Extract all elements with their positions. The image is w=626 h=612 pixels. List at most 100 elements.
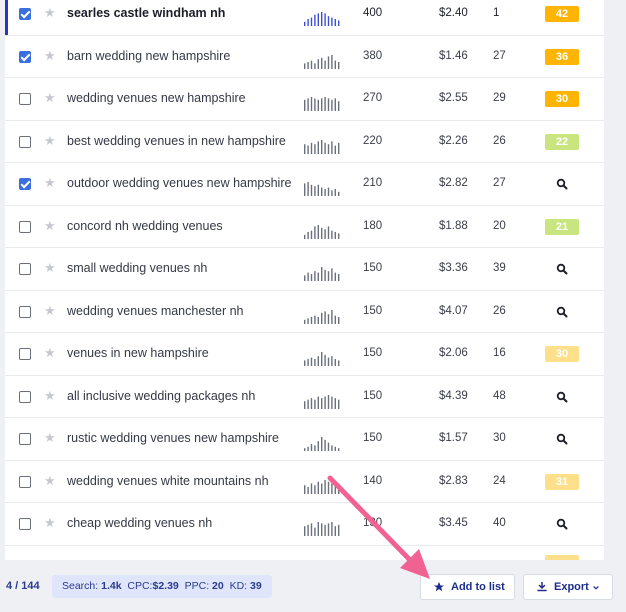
search-icon[interactable] <box>556 263 568 275</box>
table-row[interactable]: ★ wedding venues new hampshire 270 $2.55 29 3… <box>5 78 604 121</box>
star-icon[interactable]: ★ <box>44 516 56 529</box>
search-icon[interactable] <box>556 518 568 530</box>
keyword-text[interactable]: best wedding venues in new hampshire <box>67 134 286 148</box>
row-checkbox[interactable] <box>19 93 31 106</box>
spark-bar <box>321 437 323 452</box>
chevron-down-icon <box>593 585 599 590</box>
table-row[interactable]: ★ best wedding venues in new hampshire 220… <box>5 121 604 163</box>
star-icon[interactable]: ★ <box>44 474 56 487</box>
star-icon[interactable]: ★ <box>44 91 56 104</box>
row-checkbox[interactable] <box>19 348 31 361</box>
keyword-text[interactable]: small wedding venues nh <box>67 261 207 275</box>
star-icon[interactable]: ★ <box>44 176 56 189</box>
spark-bar <box>334 526 336 537</box>
spark-bar <box>331 396 333 409</box>
spark-bar <box>338 142 340 154</box>
table-row[interactable]: ★ wedding venues manchester nh 150 $4.07 26 <box>5 291 604 333</box>
search-volume: 150 <box>363 347 383 360</box>
spark-bar <box>334 231 336 239</box>
row-checkbox[interactable] <box>19 220 31 233</box>
export-button[interactable]: Export <box>523 574 613 600</box>
table-row[interactable]: ★ cheap wedding venues nh 130 $3.45 40 <box>5 503 604 546</box>
spark-bar <box>310 483 313 494</box>
keyword-text[interactable]: barn wedding new hampshire <box>67 49 230 63</box>
search-volume: 130 <box>363 517 383 530</box>
keyword-text[interactable]: venues in new hampshire <box>67 346 209 360</box>
spark-bar <box>327 523 330 537</box>
row-checkbox[interactable] <box>19 8 31 21</box>
add-to-list-button[interactable]: Add to list <box>420 574 515 600</box>
spark-bar <box>331 100 333 112</box>
spark-bar <box>307 145 309 154</box>
keyword-text[interactable]: searles castle windham nh <box>67 6 225 20</box>
table-row[interactable]: ★ all inclusive wedding packages nh 150 $4.… <box>5 376 604 418</box>
star-icon[interactable]: ★ <box>44 134 56 147</box>
star-icon[interactable]: ★ <box>44 431 56 444</box>
table-row[interactable]: ★ concord nh wedding venues 180 $1.88 20 21 <box>5 206 604 248</box>
row-checkbox[interactable] <box>19 178 31 191</box>
search-icon[interactable] <box>556 306 568 318</box>
table-row[interactable]: ★ wedding venues white mountains nh 140 $2.… <box>5 461 604 503</box>
search-icon[interactable] <box>556 433 568 445</box>
spark-bar <box>327 226 330 239</box>
star-icon[interactable]: ★ <box>44 6 56 19</box>
spark-bar <box>310 523 313 537</box>
spark-bar <box>310 60 313 69</box>
spark-bar <box>338 61 340 69</box>
row-checkbox[interactable] <box>19 305 31 318</box>
kd-badge: 30 <box>545 346 579 363</box>
spark-bar <box>310 230 313 239</box>
spark-bar <box>307 19 309 27</box>
search-icon[interactable] <box>556 391 568 403</box>
spark-bar <box>307 486 309 494</box>
spark-bar <box>317 185 319 197</box>
cpc-value: $1.57 <box>439 432 468 445</box>
star-icon[interactable]: ★ <box>44 346 56 359</box>
row-checkbox[interactable] <box>19 433 31 446</box>
keyword-text[interactable]: wedding venues new hampshire <box>67 91 246 105</box>
keyword-text[interactable]: wedding venues manchester nh <box>67 304 244 318</box>
spark-bar <box>317 224 319 239</box>
table-row[interactable]: ★ rustic wedding venues new hampshire 150 $… <box>5 418 604 461</box>
trend-sparkline <box>304 182 340 197</box>
ppc-value: 16 <box>493 347 506 360</box>
kd-badge-partial <box>545 555 579 560</box>
keyword-text[interactable]: concord nh wedding venues <box>67 219 223 233</box>
search-icon[interactable] <box>556 178 568 190</box>
star-icon[interactable]: ★ <box>44 261 56 274</box>
keyword-text[interactable]: outdoor wedding venues new hampshire <box>67 176 291 190</box>
row-checkbox[interactable] <box>19 390 31 403</box>
row-checkbox[interactable] <box>19 518 31 531</box>
table-row[interactable]: ★ barn wedding new hampshire 380 $1.46 27 36 <box>5 36 604 78</box>
table-row[interactable]: ★ venues in new hampshire 150 $2.06 16 30 <box>5 333 604 376</box>
spark-bar <box>324 189 326 197</box>
keyword-text[interactable]: all inclusive wedding packages nh <box>67 389 255 403</box>
keyword-text[interactable]: cheap wedding venues nh <box>67 516 212 530</box>
keyword-text[interactable]: rustic wedding venues new hampshire <box>67 431 279 445</box>
spark-bar <box>304 63 306 69</box>
stats-kd-value: 39 <box>250 580 262 592</box>
spark-bar <box>317 481 319 494</box>
table-row[interactable]: ★ outdoor wedding venues new hampshire 210… <box>5 163 604 206</box>
trend-sparkline <box>304 54 340 69</box>
table-row[interactable]: ★ searles castle windham nh 400 $2.40 1 42 <box>5 0 604 36</box>
spark-bar <box>321 312 323 324</box>
spark-bar <box>334 189 336 197</box>
row-checkbox[interactable] <box>19 135 31 148</box>
cpc-value: $2.40 <box>439 7 468 20</box>
export-label: Export <box>554 581 589 593</box>
trend-sparkline <box>304 267 340 282</box>
trend-sparkline <box>304 437 340 452</box>
row-checkbox[interactable] <box>19 475 31 488</box>
row-checkbox[interactable] <box>19 263 31 276</box>
keyword-text[interactable]: wedding venues white mountains nh <box>67 474 269 488</box>
star-icon[interactable]: ★ <box>44 49 56 62</box>
cpc-value: $3.36 <box>439 262 468 275</box>
table-row[interactable]: ★ small wedding venues nh 150 $3.36 39 <box>5 248 604 291</box>
ppc-value: 26 <box>493 304 506 317</box>
star-icon[interactable]: ★ <box>44 219 56 232</box>
star-icon[interactable]: ★ <box>44 389 56 402</box>
star-icon[interactable]: ★ <box>44 304 56 317</box>
row-checkbox[interactable] <box>19 50 31 63</box>
spark-bar <box>304 275 306 282</box>
